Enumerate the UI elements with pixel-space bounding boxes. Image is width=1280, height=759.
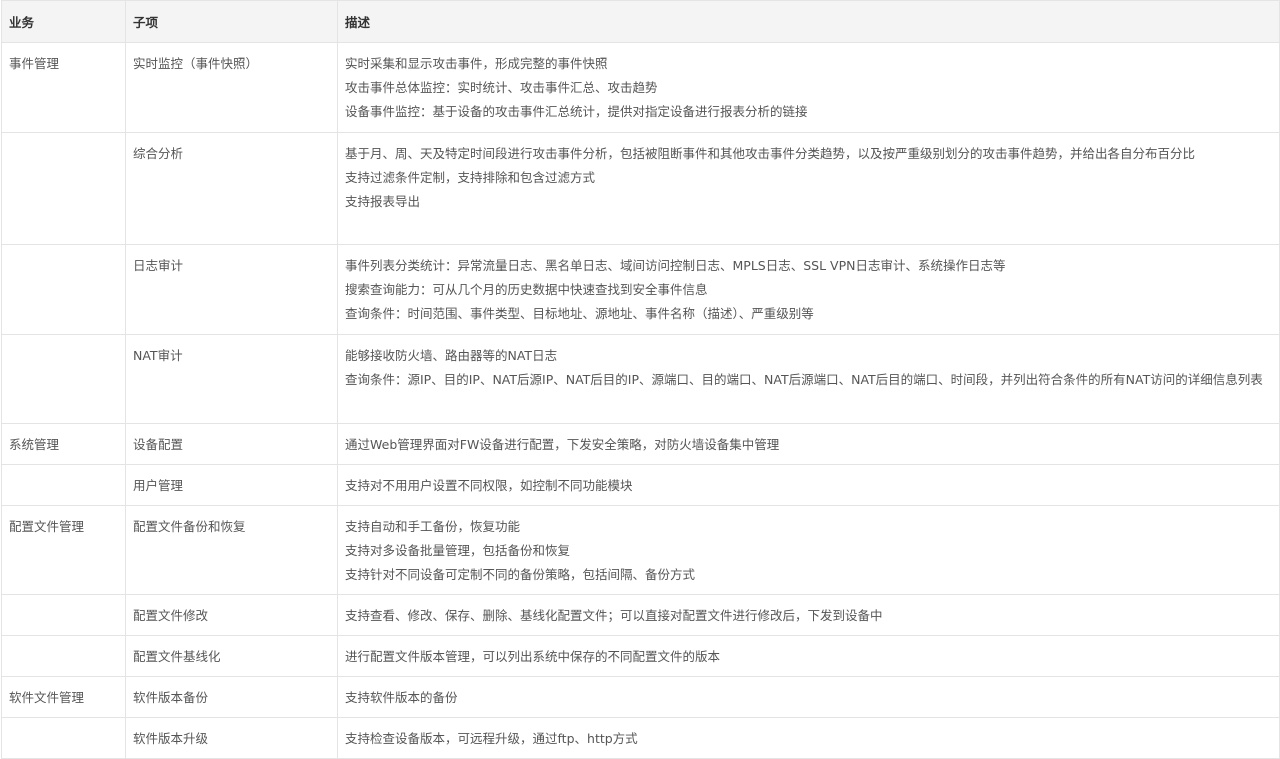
description-line: 支持报表导出 — [345, 190, 1279, 214]
description-cell: 支持检查设备版本，可远程升级，通过ftp、http方式 — [338, 718, 1280, 759]
table-row: NAT审计 能够接收防火墙、路由器等的NAT日志 查询条件：源IP、目的IP、N… — [2, 335, 1280, 424]
description-cell: 通过Web管理界面对FW设备进行配置，下发安全策略，对防火墙设备集中管理 — [338, 424, 1280, 465]
subitem-cell: 配置文件基线化 — [126, 636, 338, 677]
description-line: 支持自动和手工备份，恢复功能 — [345, 515, 1279, 539]
description-cell: 能够接收防火墙、路由器等的NAT日志 查询条件：源IP、目的IP、NAT后源IP… — [338, 335, 1280, 424]
description-line: 通过Web管理界面对FW设备进行配置，下发安全策略，对防火墙设备集中管理 — [345, 433, 1279, 457]
category-cell — [2, 718, 126, 759]
table-row: 配置文件基线化 进行配置文件版本管理，可以列出系统中保存的不同配置文件的版本 — [2, 636, 1280, 677]
category-cell — [2, 636, 126, 677]
description-cell: 实时采集和显示攻击事件，形成完整的事件快照 攻击事件总体监控：实时统计、攻击事件… — [338, 43, 1280, 133]
description-line: 支持检查设备版本，可远程升级，通过ftp、http方式 — [345, 727, 1279, 751]
subitem-cell: 配置文件备份和恢复 — [126, 506, 338, 595]
description-line: 基于月、周、天及特定时间段进行攻击事件分析，包括被阻断事件和其他攻击事件分类趋势… — [345, 142, 1279, 166]
description-line: 支持对不用用户设置不同权限，如控制不同功能模块 — [345, 474, 1279, 498]
header-subitem: 子项 — [126, 1, 338, 43]
table-row: 配置文件管理 配置文件备份和恢复 支持自动和手工备份，恢复功能 支持对多设备批量… — [2, 506, 1280, 595]
description-cell: 支持对不用用户设置不同权限，如控制不同功能模块 — [338, 465, 1280, 506]
category-cell — [2, 133, 126, 245]
description-line: 能够接收防火墙、路由器等的NAT日志 — [345, 344, 1279, 368]
description-line: 设备事件监控：基于设备的攻击事件汇总统计，提供对指定设备进行报表分析的链接 — [345, 100, 1279, 124]
description-line: 支持针对不同设备可定制不同的备份策略，包括间隔、备份方式 — [345, 563, 1279, 587]
table-row: 日志审计 事件列表分类统计：异常流量日志、黑名单日志、域间访问控制日志、MPLS… — [2, 245, 1280, 335]
table-row: 软件文件管理 软件版本备份 支持软件版本的备份 — [2, 677, 1280, 718]
table-header-row: 业务 子项 描述 — [2, 1, 1280, 43]
description-line: 攻击事件总体监控：实时统计、攻击事件汇总、攻击趋势 — [345, 76, 1279, 100]
description-line: 查询条件：源IP、目的IP、NAT后源IP、NAT后目的IP、源端口、目的端口、… — [345, 368, 1279, 392]
description-line: 实时采集和显示攻击事件，形成完整的事件快照 — [345, 52, 1279, 76]
subitem-cell: 用户管理 — [126, 465, 338, 506]
category-cell: 系统管理 — [2, 424, 126, 465]
description-line: 事件列表分类统计：异常流量日志、黑名单日志、域间访问控制日志、MPLS日志、SS… — [345, 254, 1279, 278]
subitem-cell: 设备配置 — [126, 424, 338, 465]
subitem-cell: 软件版本升级 — [126, 718, 338, 759]
description-line: 支持软件版本的备份 — [345, 686, 1279, 710]
feature-table: 业务 子项 描述 事件管理 实时监控（事件快照） 实时采集和显示攻击事件，形成完… — [1, 0, 1280, 759]
description-line: 查询条件：时间范围、事件类型、目标地址、源地址、事件名称（描述）、严重级别等 — [345, 302, 1279, 326]
description-cell: 进行配置文件版本管理，可以列出系统中保存的不同配置文件的版本 — [338, 636, 1280, 677]
table-row: 配置文件修改 支持查看、修改、保存、删除、基线化配置文件；可以直接对配置文件进行… — [2, 595, 1280, 636]
table-row: 软件版本升级 支持检查设备版本，可远程升级，通过ftp、http方式 — [2, 718, 1280, 759]
subitem-cell: 实时监控（事件快照） — [126, 43, 338, 133]
description-cell: 事件列表分类统计：异常流量日志、黑名单日志、域间访问控制日志、MPLS日志、SS… — [338, 245, 1280, 335]
category-cell: 软件文件管理 — [2, 677, 126, 718]
subitem-cell: 软件版本备份 — [126, 677, 338, 718]
description-cell: 基于月、周、天及特定时间段进行攻击事件分析，包括被阻断事件和其他攻击事件分类趋势… — [338, 133, 1280, 245]
description-cell: 支持软件版本的备份 — [338, 677, 1280, 718]
subitem-cell: 综合分析 — [126, 133, 338, 245]
description-line: 进行配置文件版本管理，可以列出系统中保存的不同配置文件的版本 — [345, 645, 1279, 669]
category-cell: 配置文件管理 — [2, 506, 126, 595]
category-cell — [2, 245, 126, 335]
table-row: 综合分析 基于月、周、天及特定时间段进行攻击事件分析，包括被阻断事件和其他攻击事… — [2, 133, 1280, 245]
subitem-cell: 配置文件修改 — [126, 595, 338, 636]
description-cell: 支持自动和手工备份，恢复功能 支持对多设备批量管理，包括备份和恢复 支持针对不同… — [338, 506, 1280, 595]
table-row: 事件管理 实时监控（事件快照） 实时采集和显示攻击事件，形成完整的事件快照 攻击… — [2, 43, 1280, 133]
description-line: 支持对多设备批量管理，包括备份和恢复 — [345, 539, 1279, 563]
table-row: 系统管理 设备配置 通过Web管理界面对FW设备进行配置，下发安全策略，对防火墙… — [2, 424, 1280, 465]
category-cell: 事件管理 — [2, 43, 126, 133]
table-row: 用户管理 支持对不用用户设置不同权限，如控制不同功能模块 — [2, 465, 1280, 506]
description-line: 支持查看、修改、保存、删除、基线化配置文件；可以直接对配置文件进行修改后，下发到… — [345, 604, 1279, 628]
subitem-cell: NAT审计 — [126, 335, 338, 424]
description-line: 支持过滤条件定制，支持排除和包含过滤方式 — [345, 166, 1279, 190]
category-cell — [2, 595, 126, 636]
header-business: 业务 — [2, 1, 126, 43]
subitem-cell: 日志审计 — [126, 245, 338, 335]
header-description: 描述 — [338, 1, 1280, 43]
category-cell — [2, 465, 126, 506]
category-cell — [2, 335, 126, 424]
description-cell: 支持查看、修改、保存、删除、基线化配置文件；可以直接对配置文件进行修改后，下发到… — [338, 595, 1280, 636]
description-line: 搜索查询能力：可从几个月的历史数据中快速查找到安全事件信息 — [345, 278, 1279, 302]
